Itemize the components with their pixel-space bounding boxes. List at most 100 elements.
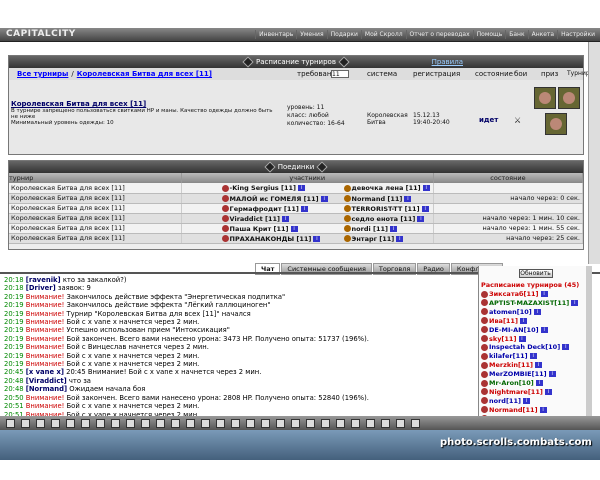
- top-menu-item[interactable]: Настройки: [557, 30, 598, 39]
- info-icon[interactable]: i: [533, 308, 541, 315]
- player-name[interactable]: Merzkin[11]: [489, 361, 533, 369]
- tournament-name[interactable]: Королевская Битва для всех [11]: [11, 100, 276, 108]
- toolbar-icon[interactable]: [321, 418, 330, 428]
- chat-sender[interactable]: [ravenik]: [26, 276, 61, 284]
- chat-sender[interactable]: [Driver]: [26, 284, 56, 292]
- toolbar-icon[interactable]: [81, 418, 90, 428]
- player-name[interactable]: Зиксатаб[11]: [489, 290, 539, 298]
- toolbar-icon[interactable]: [111, 418, 120, 428]
- breadcrumb-current[interactable]: Королевская Битва для всех [11]: [77, 70, 212, 78]
- player-1[interactable]: МАЛОЙ ис ГОМЕЛЯ [11]: [230, 195, 319, 203]
- requirements-select[interactable]: 11: [331, 70, 349, 78]
- chat-time[interactable]: 20:18: [4, 284, 24, 292]
- player-list-item[interactable]: sky[11] i: [479, 335, 592, 344]
- player-name[interactable]: MerZOMBIE[11]: [489, 370, 547, 378]
- player-2[interactable]: TERRORIST-TT [11]: [352, 205, 420, 213]
- chat-time[interactable]: 20:19: [4, 343, 24, 351]
- chat-time[interactable]: 20:48: [4, 377, 24, 385]
- player-list-item[interactable]: nord[11] i: [479, 397, 592, 406]
- duel-row[interactable]: Королевская Битва для всех [11] -King Ser…: [9, 183, 584, 194]
- chat-sender[interactable]: Внимание!: [26, 326, 65, 334]
- toolbar-icon[interactable]: [171, 418, 180, 428]
- player-list-scrollbar[interactable]: [586, 266, 592, 416]
- chat-sender[interactable]: Внимание!: [26, 394, 65, 402]
- toolbar-icon[interactable]: [306, 418, 315, 428]
- top-menu-item[interactable]: Подарки: [326, 30, 361, 39]
- chat-sender[interactable]: Внимание!: [26, 318, 65, 326]
- prize-2-icon[interactable]: [558, 87, 580, 109]
- toolbar-icon[interactable]: [156, 418, 165, 428]
- chat-time[interactable]: 20:19: [4, 318, 24, 326]
- chat-sender[interactable]: Внимание!: [26, 360, 65, 368]
- toolbar-icon[interactable]: [6, 418, 15, 428]
- info-icon[interactable]: i: [282, 215, 290, 222]
- duel-row[interactable]: Королевская Битва для всех [11] ПРАХАНАКО…: [9, 233, 584, 244]
- info-icon[interactable]: i: [520, 317, 528, 324]
- toolbar-icon[interactable]: [291, 418, 300, 428]
- info-icon[interactable]: i: [417, 215, 425, 222]
- toolbar-icon[interactable]: [201, 418, 210, 428]
- player-list-item[interactable]: atomen[10] i: [479, 308, 592, 317]
- player-name[interactable]: Normand[11]: [489, 406, 538, 414]
- chat-sender[interactable]: Внимание!: [26, 352, 65, 360]
- chat-sender[interactable]: Внимание!: [26, 293, 65, 301]
- tournament-row[interactable]: Королевская Битва для всех [11] В турнир…: [9, 70, 594, 154]
- chat-time[interactable]: 20:45: [4, 368, 24, 376]
- chat-sender[interactable]: [x vane x]: [26, 368, 64, 376]
- player-name[interactable]: Nightmare[11]: [489, 388, 543, 396]
- toolbar-icon[interactable]: [231, 418, 240, 428]
- chat-sender[interactable]: Внимание!: [26, 301, 65, 309]
- chat-time[interactable]: 20:48: [4, 385, 24, 393]
- top-menu-item[interactable]: Помощь: [472, 30, 506, 39]
- chat-time[interactable]: 20:19: [4, 310, 24, 318]
- player-2[interactable]: Normand [11]: [352, 195, 403, 203]
- player-list-item[interactable]: Normand[11] i: [479, 406, 592, 415]
- player-list-item[interactable]: APTIST-MAZAXIST[11] i: [479, 299, 592, 308]
- player-name[interactable]: atomen[10]: [489, 308, 532, 316]
- toolbar-icon[interactable]: [366, 418, 375, 428]
- info-icon[interactable]: i: [540, 326, 548, 333]
- player-name[interactable]: sky[11]: [489, 335, 516, 343]
- info-icon[interactable]: i: [540, 291, 548, 297]
- player-1[interactable]: Гермафродит [11]: [230, 205, 299, 213]
- info-icon[interactable]: i: [300, 205, 308, 212]
- player-name[interactable]: Mr-Aron[10]: [489, 379, 534, 387]
- info-icon[interactable]: i: [422, 185, 430, 191]
- player-2[interactable]: девочка лена [11]: [352, 184, 421, 192]
- toolbar-icon[interactable]: [141, 418, 150, 428]
- player-list-item[interactable]: DE-MI-AN[10] i: [479, 326, 592, 335]
- toolbar-icon[interactable]: [381, 418, 390, 428]
- toolbar-icon[interactable]: [51, 418, 60, 428]
- player-1[interactable]: Viraddict [11]: [230, 215, 280, 223]
- duel-row[interactable]: Королевская Битва для всех [11] Viraddict…: [9, 213, 584, 224]
- toolbar-icon[interactable]: [126, 418, 135, 428]
- info-icon[interactable]: i: [571, 299, 579, 306]
- chat-time[interactable]: 20:19: [4, 293, 24, 301]
- duel-row[interactable]: Королевская Битва для всех [11] МАЛОЙ ис …: [9, 193, 584, 204]
- player-1[interactable]: ПРАХАНАКОНДЫ [11]: [230, 235, 312, 243]
- chat-time[interactable]: 20:19: [4, 326, 24, 334]
- info-icon[interactable]: i: [313, 235, 321, 242]
- toolbar-icon[interactable]: [351, 418, 360, 428]
- toolbar-icon[interactable]: [36, 418, 45, 428]
- player-name[interactable]: Ива[11]: [489, 317, 518, 325]
- toolbar-icon[interactable]: [66, 418, 75, 428]
- info-icon[interactable]: i: [390, 225, 398, 232]
- player-name[interactable]: APTIST-MAZAXIST[11]: [489, 299, 569, 307]
- player-list-item[interactable]: MerZOMBIE[11] i: [479, 370, 592, 379]
- info-icon[interactable]: i: [529, 353, 537, 360]
- toolbar-icon[interactable]: [276, 418, 285, 428]
- crossed-swords-icon[interactable]: ⚔: [514, 116, 521, 125]
- info-icon[interactable]: i: [421, 205, 429, 212]
- toolbar-icon[interactable]: [216, 418, 225, 428]
- chat-sender[interactable]: [Normand]: [26, 385, 67, 393]
- top-menu-item[interactable]: Анкета: [527, 30, 558, 39]
- info-icon[interactable]: i: [562, 344, 570, 351]
- toolbar-icon[interactable]: [21, 418, 30, 428]
- chat-sender[interactable]: Внимание!: [26, 335, 65, 343]
- info-icon[interactable]: i: [518, 335, 526, 342]
- info-icon[interactable]: i: [396, 235, 404, 242]
- player-list-item[interactable]: Merzkin[11] i: [479, 361, 592, 370]
- player-name[interactable]: DE-MI-AN[10]: [489, 326, 539, 334]
- top-menu-item[interactable]: Отчет о переводах: [405, 30, 473, 39]
